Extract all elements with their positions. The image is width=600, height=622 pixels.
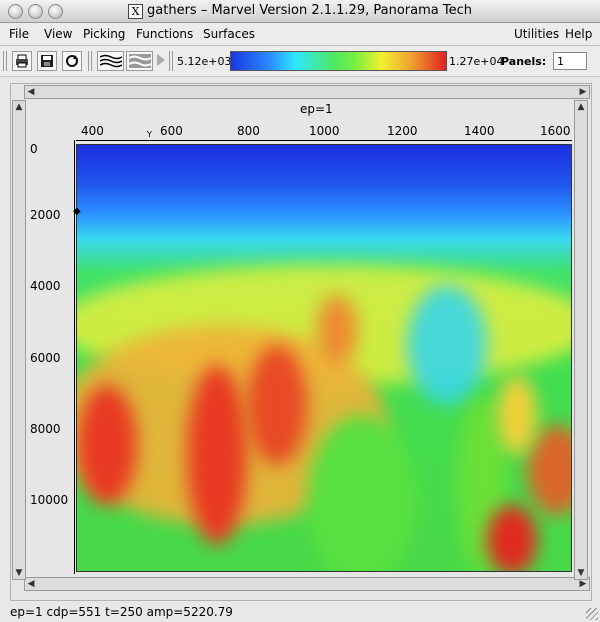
- y-tick-label: 10000: [30, 493, 69, 507]
- refresh-icon: [66, 55, 78, 67]
- colorbar-min-label: 5.12e+03: [177, 55, 232, 68]
- scroll-left-icon[interactable]: ◀: [25, 578, 37, 590]
- toolbar-more-button[interactable]: [154, 51, 166, 71]
- y-tick-label: 2000: [30, 208, 61, 222]
- x-tick-label: 1200: [387, 124, 418, 138]
- y-tick-label: 8000: [30, 422, 61, 436]
- variable-density-button[interactable]: [126, 51, 153, 71]
- pick-marker-icon: ◆: [73, 206, 81, 217]
- menu-surfaces[interactable]: Surfaces: [203, 27, 255, 41]
- toolbar-grip-2[interactable]: [88, 51, 94, 71]
- column-marker-icon: Y: [147, 130, 152, 139]
- panels-label: Panels:: [501, 55, 547, 68]
- toolbar-grip[interactable]: [3, 51, 9, 71]
- status-bar: ep=1 cdp=551 t=250 amp=5220.79: [10, 605, 233, 619]
- menu-help[interactable]: Help: [565, 27, 592, 41]
- x11-icon: X: [128, 4, 144, 19]
- title-bar: Xgathers – Marvel Version 2.1.1.29, Pano…: [0, 0, 600, 23]
- velocity-heatmap[interactable]: [76, 144, 572, 572]
- right-vertical-scrollbar[interactable]: ▲ ▼: [574, 100, 588, 580]
- heat-band: [307, 415, 417, 571]
- menu-file[interactable]: File: [9, 27, 29, 41]
- x-tick-label: 800: [237, 124, 260, 138]
- toolbar: 5.12e+03 1.27e+04 Panels:: [0, 46, 600, 77]
- scroll-down-icon[interactable]: ▼: [575, 567, 587, 579]
- window-title: gathers – Marvel Version 2.1.1.29, Panor…: [147, 3, 472, 18]
- scroll-up-icon[interactable]: ▲: [575, 101, 587, 113]
- refresh-button[interactable]: [62, 51, 82, 71]
- arrow-right-icon: [157, 54, 165, 66]
- scroll-left-icon[interactable]: ◀: [25, 86, 37, 98]
- x-tick-label: 1400: [464, 124, 495, 138]
- resize-grip[interactable]: [586, 608, 598, 620]
- x-tick-label: 600: [160, 124, 183, 138]
- colorbar-max-label: 1.27e+04: [449, 55, 504, 68]
- vertical-scrollbar[interactable]: ▲ ▼: [12, 100, 26, 580]
- wiggle-display-button[interactable]: [97, 51, 124, 71]
- print-icon: [16, 54, 28, 68]
- scroll-up-icon[interactable]: ▲: [13, 101, 25, 113]
- heat-band: [187, 365, 247, 545]
- bottom-horizontal-scrollbar[interactable]: ◀ ▶: [24, 577, 590, 591]
- scroll-down-icon[interactable]: ▼: [13, 567, 25, 579]
- heat-band: [247, 345, 307, 465]
- top-horizontal-scrollbar[interactable]: ◀ ▶: [24, 85, 590, 99]
- menu-picking[interactable]: Picking: [83, 27, 125, 41]
- y-tick-label: 6000: [30, 351, 61, 365]
- heat-band: [497, 375, 537, 455]
- save-button[interactable]: [37, 51, 57, 71]
- x-tick-label: 400: [81, 124, 104, 138]
- plot-title: ep=1: [300, 102, 333, 116]
- heat-band: [407, 285, 487, 405]
- x-tick-label: 1000: [309, 124, 340, 138]
- heat-band: [77, 385, 137, 505]
- menu-utilities[interactable]: Utilities: [514, 27, 559, 41]
- menu-functions[interactable]: Functions: [136, 27, 193, 41]
- wiggle-display-icon: [100, 54, 122, 68]
- y-tick-label: 4000: [30, 279, 61, 293]
- print-button[interactable]: [12, 51, 32, 71]
- x-tick-label: 1600: [540, 124, 571, 138]
- x-axis-line: [76, 140, 572, 141]
- scroll-right-icon[interactable]: ▶: [577, 86, 589, 98]
- panels-input[interactable]: [553, 52, 587, 70]
- y-tick-label: 0: [30, 142, 38, 156]
- toolbar-grip-3[interactable]: [169, 51, 175, 71]
- variable-density-icon: [129, 54, 151, 68]
- heat-band: [317, 295, 357, 365]
- menu-view[interactable]: View: [44, 27, 72, 41]
- colorbar: [230, 51, 447, 71]
- save-icon: [41, 55, 53, 67]
- menu-bar: File View Picking Functions Surfaces Uti…: [0, 23, 600, 46]
- heat-band: [487, 505, 537, 571]
